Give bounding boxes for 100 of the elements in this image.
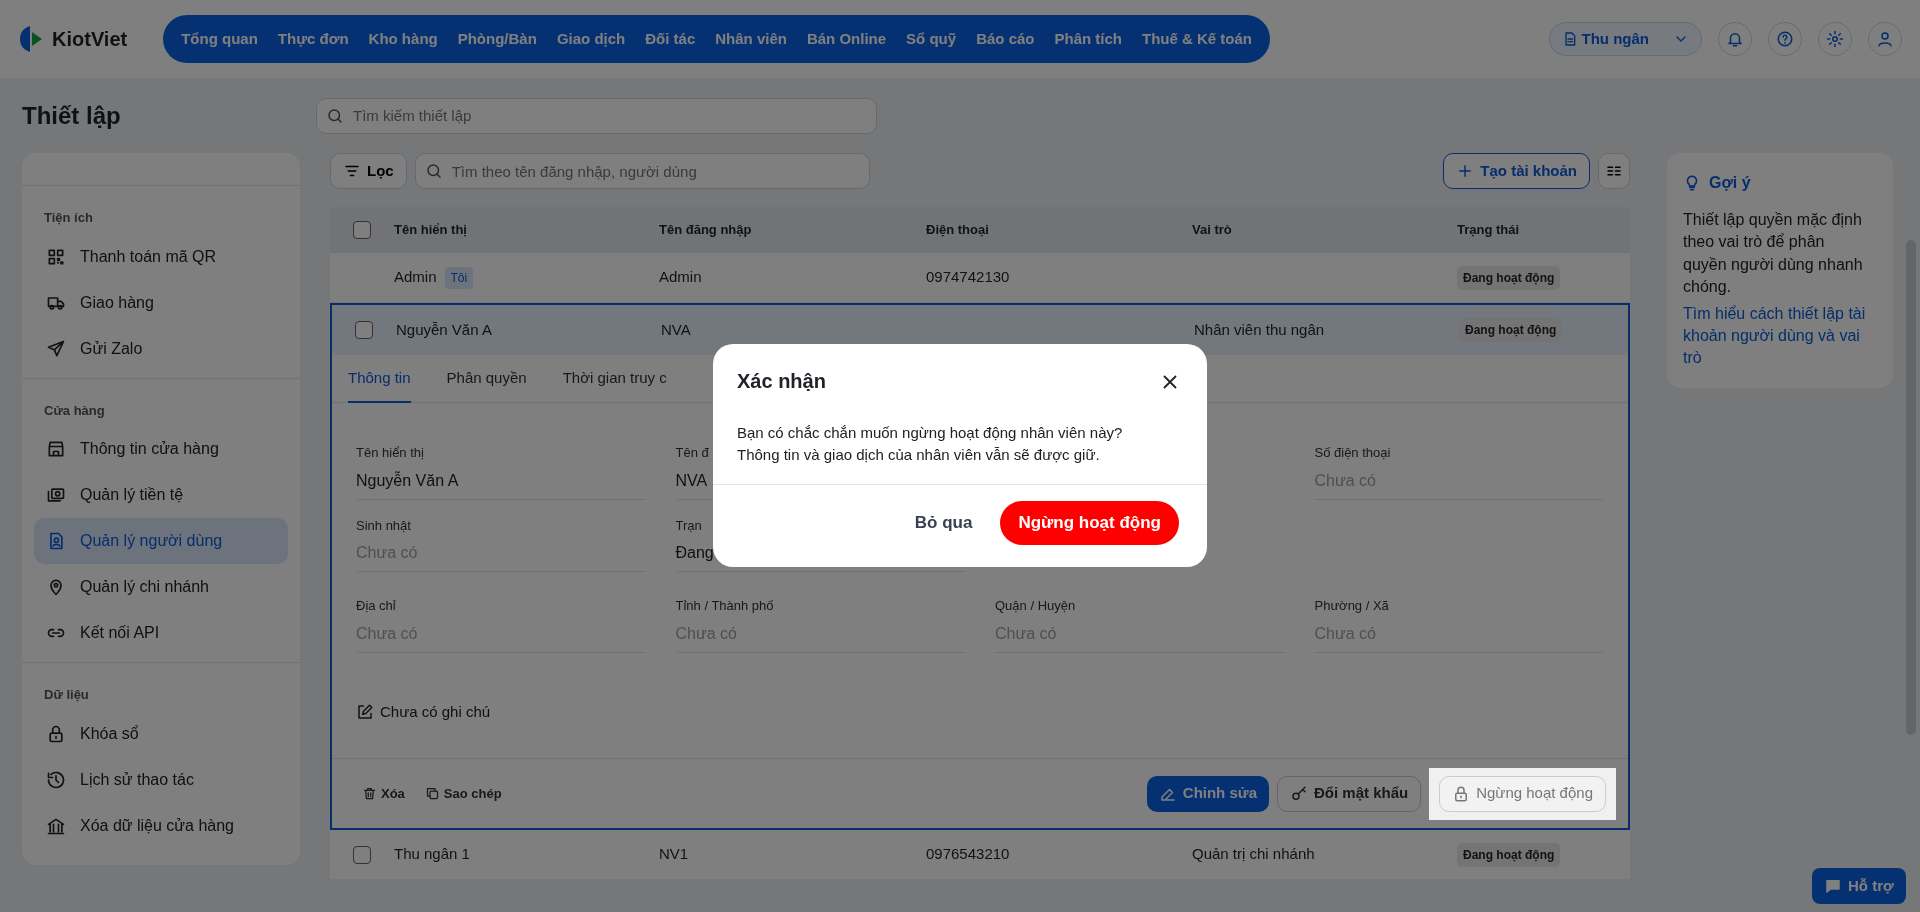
table-cell-text: Admin	[394, 267, 437, 288]
settings-button[interactable]	[1818, 22, 1852, 56]
notification-button[interactable]	[1718, 22, 1752, 56]
sidebar-item[interactable]: Gửi Zalo	[34, 325, 288, 372]
status-tag: Đang hoạt động	[1457, 265, 1561, 290]
chat-icon	[1824, 877, 1842, 895]
hint-text: Thiết lập quyền mặc định theo vai trò để phân quyền người dùng nhanh chóng.	[1683, 210, 1864, 298]
page-title: Thiết lập	[22, 100, 122, 131]
dialog-message: Bạn có chắc chắn muốn ngừng hoạt động nhân viên này? Thông tin và giao dịch của nhân viên vẫn sẽ được giữ.	[736, 423, 1124, 465]
user-icon	[1876, 30, 1894, 48]
table-cell: 0976543210	[926, 845, 1010, 863]
user-search-field[interactable]: Tìm theo tên đăng nhập, người dùng	[414, 153, 870, 189]
sidebar-item[interactable]: Lịch sử thao tác	[34, 756, 288, 803]
copy-icon	[424, 786, 440, 801]
delete-button[interactable]: Xóa	[356, 779, 411, 808]
status-tag: Đang hoạt động	[1459, 318, 1563, 342]
nav-link[interactable]: Báo cáo	[966, 21, 1045, 57]
search-icon	[424, 162, 443, 180]
sidebar-item[interactable]: Quản lý chi nhánh	[34, 564, 288, 610]
row-checkbox[interactable]	[353, 845, 371, 864]
field-label: Phường / Xã	[1314, 597, 1389, 615]
field-label: Địa chỉ	[356, 597, 396, 615]
dialog-title: Xác nhận	[737, 369, 826, 394]
account-button[interactable]	[1868, 22, 1902, 56]
history-icon	[46, 769, 66, 790]
sidebar-item[interactable]: Giao hàng	[34, 279, 288, 326]
edit-button[interactable]: Chỉnh sửa	[1146, 775, 1269, 812]
sidebar-group-title: Tiện ích	[43, 209, 94, 227]
sidebar-item[interactable]: Xóa dữ liệu cửa hàng	[34, 802, 288, 849]
sidebar-item[interactable]: Quản lý tiền tệ	[34, 472, 288, 518]
help-button[interactable]	[1768, 22, 1802, 56]
text-field[interactable]: Nguyễn Văn A	[356, 468, 646, 500]
sidebar-item[interactable]: Khóa sổ	[34, 710, 288, 757]
detail-tab[interactable]: Phân quyền	[446, 355, 527, 403]
copy-button[interactable]: Sao chép	[418, 779, 508, 808]
lock-icon	[46, 723, 66, 744]
table-cell-text: Nguyễn Văn A	[396, 319, 492, 340]
help-icon	[1776, 30, 1794, 48]
settings-search-field[interactable]: Tìm kiếm thiết lập	[316, 97, 877, 134]
table-cell: Quản trị chi nhánh	[1192, 845, 1315, 863]
status-tag: Đang hoạt động	[1457, 842, 1561, 867]
field-label: Quận / Huyện	[995, 597, 1076, 615]
logo-icon	[18, 24, 44, 54]
column-header: Vai trò	[1192, 222, 1232, 238]
paper-plane-icon	[46, 338, 66, 359]
hint-title: Gợi ý	[1709, 173, 1751, 193]
nav-link[interactable]: Bán Online	[796, 21, 897, 57]
sidebar-group-title: Cửa hàng	[43, 401, 106, 420]
row-checkbox[interactable]	[355, 321, 373, 339]
sidebar-item[interactable]: Thông tin cửa hàng	[34, 426, 288, 472]
field-label: Tỉnh / Thành phố	[675, 597, 774, 615]
deactivate-button[interactable]: Ngừng hoạt động	[1439, 775, 1606, 812]
create-account-button[interactable]: Tạo tài khoản	[1443, 153, 1590, 189]
logo-text: KiotViet	[52, 27, 128, 52]
nav-link[interactable]: Tổng quan	[171, 21, 268, 57]
select-all-checkbox[interactable]	[353, 221, 371, 239]
detail-tab[interactable]: Thông tin	[348, 355, 411, 403]
detail-tab[interactable]: Thời gian truy c	[562, 355, 667, 403]
nav-link[interactable]: Nhân viên	[705, 21, 797, 57]
column-header: Điện thoại	[926, 222, 989, 238]
sidebar-item[interactable]: Thanh toán mã QR	[34, 233, 288, 280]
banknote-icon	[46, 485, 66, 505]
note-edit-icon	[356, 702, 374, 721]
self-tag: Tôi	[444, 266, 474, 289]
field-label: Số điện thoại	[1314, 444, 1391, 462]
table-cell: Admin	[659, 268, 702, 286]
table-cell: NVA	[661, 320, 691, 338]
table-cell: 0974742130	[926, 268, 1010, 286]
view-options-button[interactable]	[1598, 153, 1630, 189]
nav-link[interactable]: Phòng/Bàn	[447, 21, 547, 57]
cancel-button[interactable]: Bỏ qua	[908, 508, 979, 537]
nav-link[interactable]: Thực đơn	[267, 21, 359, 57]
field-label: Tên đ	[675, 444, 709, 462]
sidebar-item[interactable]: Kết nối API	[34, 610, 288, 656]
store-icon	[46, 439, 66, 459]
nav-link[interactable]: Phân tích	[1044, 21, 1132, 57]
trash-icon	[362, 786, 377, 801]
nav-link[interactable]: Thuế & Kế toán	[1132, 21, 1262, 57]
nav-link[interactable]: Sổ quỹ	[896, 21, 967, 57]
column-header: Tên đăng nhập	[659, 222, 752, 238]
table-cell: Nhân viên thu ngân	[1194, 320, 1325, 338]
password-button[interactable]: Đổi mật khẩu	[1277, 775, 1422, 812]
search-icon	[326, 106, 344, 125]
column-header: Tên hiển thị	[394, 222, 467, 238]
field-label: Trạn	[675, 516, 702, 535]
help-link[interactable]: Tìm hiểu cách thiết lập tài khoản người dùng và vai trò	[1683, 302, 1867, 370]
sidebar-item[interactable]: Quản lý người dùng	[34, 518, 288, 564]
nav-link[interactable]: Kho hàng	[358, 21, 448, 57]
nav-link[interactable]: Giao dịch	[546, 21, 636, 57]
field-label: Sinh nhật	[356, 516, 411, 535]
nav-link[interactable]: Đối tác	[635, 21, 706, 57]
table-cell-text: Thu ngân 1	[394, 844, 470, 865]
filter-button[interactable]: Lọc	[330, 153, 407, 189]
settings-icon	[1826, 30, 1844, 48]
confirm-button[interactable]: Ngừng hoạt động	[1000, 500, 1179, 545]
support-button[interactable]: Hỗ trợ	[1812, 868, 1906, 904]
table-cell: NV1	[659, 845, 689, 863]
add-note-link[interactable]: Chưa có ghi chú	[356, 700, 491, 723]
field-label: Tên hiển thị	[356, 444, 424, 462]
column-header: Trạng thái	[1457, 222, 1520, 238]
